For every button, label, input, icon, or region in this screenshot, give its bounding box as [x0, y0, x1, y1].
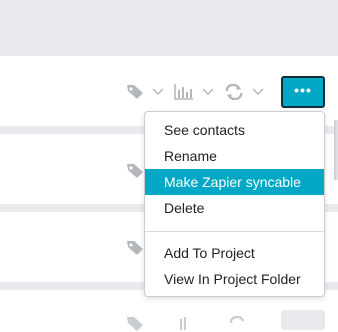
more-actions-button[interactable]: •••	[281, 76, 325, 108]
menu-item-delete[interactable]: Delete	[145, 195, 324, 221]
menu-item-add-to-project[interactable]: Add To Project	[145, 240, 324, 266]
ellipsis-icon: •••	[294, 82, 312, 98]
tag-icon[interactable]	[126, 84, 144, 100]
chevron-down-icon[interactable]	[152, 88, 164, 96]
chevron-down-icon[interactable]	[252, 88, 264, 96]
row-toolbar	[126, 84, 264, 100]
chevron-down-icon[interactable]	[202, 88, 214, 96]
tag-icon[interactable]	[126, 163, 144, 179]
more-actions-button[interactable]	[281, 310, 325, 330]
adjacent-panel-edge	[334, 120, 338, 180]
bar-chart-icon[interactable]	[174, 84, 194, 100]
menu-item-make-zapier-syncable[interactable]: Make Zapier syncable	[145, 169, 324, 195]
top-header-bar	[0, 0, 338, 56]
sync-icon[interactable]	[224, 84, 244, 100]
menu-item-see-contacts[interactable]: See contacts	[145, 117, 324, 143]
menu-divider	[145, 231, 324, 232]
menu-item-view-in-project-folder[interactable]: View In Project Folder	[145, 266, 324, 292]
bar-chart-icon[interactable]	[176, 316, 196, 332]
more-actions-menu: See contacts Rename Make Zapier syncable…	[144, 111, 325, 297]
tag-icon[interactable]	[126, 316, 144, 332]
menu-item-rename[interactable]: Rename	[145, 143, 324, 169]
row-toolbar	[126, 240, 144, 256]
row-toolbar	[126, 316, 248, 332]
tag-icon[interactable]	[126, 240, 144, 256]
row-toolbar	[126, 163, 144, 179]
sync-icon[interactable]	[228, 316, 248, 332]
